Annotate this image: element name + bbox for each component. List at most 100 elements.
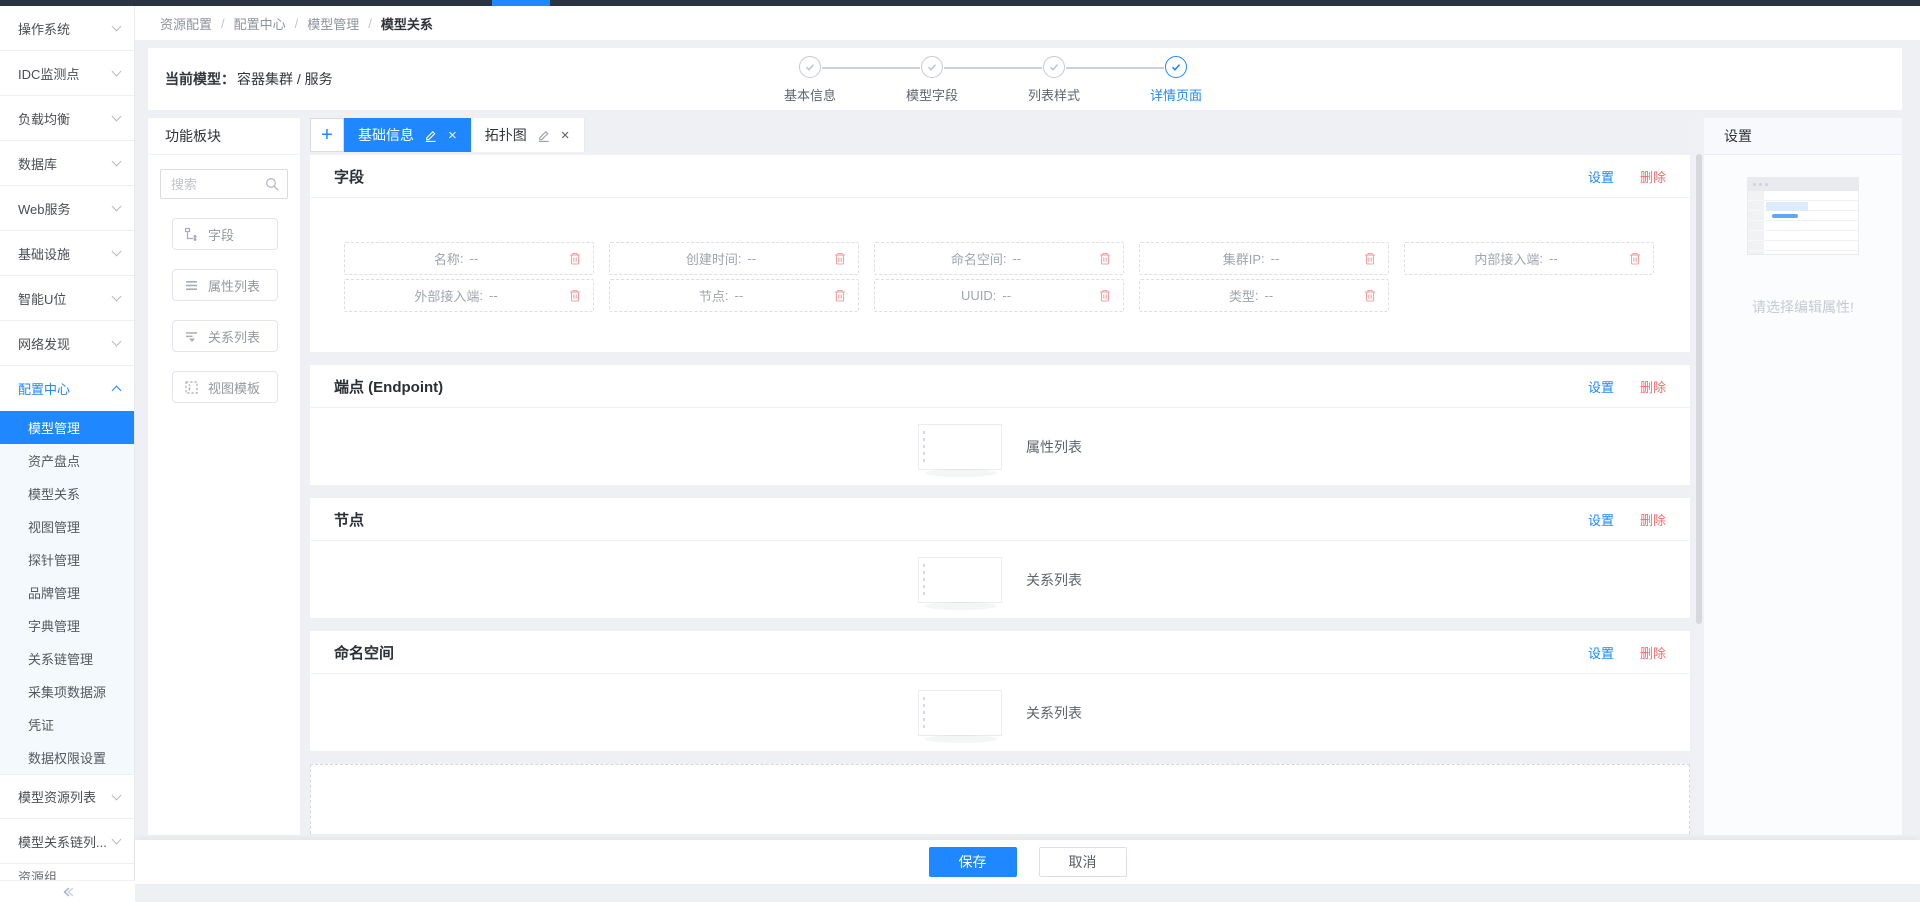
field-chip[interactable]: 创建时间:--: [609, 242, 859, 275]
function-modules-panel: 功能板块 字段 属性列表 关系列表 视图模板: [148, 118, 300, 835]
settings-preview-illustration: [1747, 177, 1859, 255]
tool-relation-list[interactable]: 关系列表: [172, 320, 278, 352]
trash-icon[interactable]: [568, 288, 582, 303]
field-chip[interactable]: 类型:--: [1139, 279, 1389, 312]
sidebar-item-smart-u[interactable]: 智能U位: [0, 276, 134, 321]
close-tab-icon[interactable]: ×: [561, 128, 570, 143]
footer-action-bar: 保存 取消: [135, 840, 1920, 884]
delete-link[interactable]: 删除: [1640, 643, 1666, 662]
edit-tab-icon[interactable]: [537, 129, 550, 142]
chevron-up-icon: [112, 386, 122, 396]
chevron-down-icon: [112, 247, 122, 257]
sidebar-subitem-asset-inventory[interactable]: 资产盘点: [0, 444, 134, 477]
breadcrumb-current: 模型关系: [381, 14, 433, 33]
section-title: 端点 (Endpoint): [334, 376, 443, 397]
sidebar-item-database[interactable]: 数据库: [0, 141, 134, 186]
sidebar-item-config-center[interactable]: 配置中心: [0, 366, 134, 411]
search-input[interactable]: [161, 177, 257, 192]
trash-icon[interactable]: [1628, 251, 1642, 266]
tool-field[interactable]: 字段: [172, 218, 278, 250]
trash-icon[interactable]: [568, 251, 582, 266]
scrollbar-thumb[interactable]: [1696, 154, 1702, 624]
delete-link[interactable]: 删除: [1640, 377, 1666, 396]
field-chip[interactable]: 集群IP:--: [1139, 242, 1389, 275]
sidebar-item-infrastructure[interactable]: 基础设施: [0, 231, 134, 276]
panel-title: 功能板块: [148, 118, 300, 155]
cancel-button[interactable]: 取消: [1039, 847, 1127, 877]
section-node: 节点 设置 删除 关系列表: [310, 498, 1690, 618]
sidebar-item-model-relation-chain-list[interactable]: 模型关系链列...: [0, 819, 134, 864]
field-chip[interactable]: 内部接入端:--: [1404, 242, 1654, 275]
trash-icon[interactable]: [1098, 251, 1112, 266]
model-header-bar: 当前模型： 容器集群 / 服务 基本信息 模型字段 列表样式 详情页面: [148, 48, 1902, 110]
breadcrumb-item[interactable]: 配置中心: [234, 14, 286, 33]
sidebar-subitem-view-management[interactable]: 视图管理: [0, 510, 134, 543]
step-basic-info[interactable]: 基本信息: [798, 56, 822, 78]
field-chips: 名称:-- 创建时间:-- 命名空间:-- 集群IP:-- 内部接入端:-- 外…: [310, 198, 1690, 352]
tool-attribute-list[interactable]: 属性列表: [172, 269, 278, 301]
sidebar-collapse-bar[interactable]: [0, 880, 135, 902]
edit-tab-icon[interactable]: [424, 129, 437, 142]
delete-link[interactable]: 删除: [1640, 167, 1666, 186]
breadcrumb: 资源配置 / 配置中心 / 模型管理 / 模型关系: [135, 6, 1920, 40]
delete-link[interactable]: 删除: [1640, 510, 1666, 529]
tool-view-template[interactable]: 视图模板: [172, 371, 278, 403]
sidebar-subitem-dict-management[interactable]: 字典管理: [0, 609, 134, 642]
sidebar-subitem-model-management[interactable]: 模型管理: [0, 411, 134, 444]
attribute-list-widget[interactable]: 属性列表: [310, 408, 1690, 485]
step-list-style[interactable]: 列表样式: [1042, 56, 1066, 78]
field-chip[interactable]: 命名空间:--: [874, 242, 1124, 275]
section-header: 字段 设置 删除: [310, 155, 1690, 198]
trash-icon[interactable]: [833, 288, 847, 303]
relation-list-widget[interactable]: 关系列表: [310, 541, 1690, 618]
sidebar-subitem-relation-chain[interactable]: 关系链管理: [0, 642, 134, 675]
chevron-down-icon: [112, 337, 122, 347]
breadcrumb-item[interactable]: 资源配置: [160, 14, 212, 33]
settings-link[interactable]: 设置: [1588, 643, 1614, 662]
settings-link[interactable]: 设置: [1588, 167, 1614, 186]
tab-basic-info[interactable]: 基础信息 ×: [344, 118, 471, 152]
settings-link[interactable]: 设置: [1588, 377, 1614, 396]
sidebar-subitem-data-permission[interactable]: 数据权限设置: [0, 741, 134, 774]
sidebar-subitem-model-relation[interactable]: 模型关系: [0, 477, 134, 510]
settings-link[interactable]: 设置: [1588, 510, 1614, 529]
sidebar-item-webservice[interactable]: Web服务: [0, 186, 134, 231]
breadcrumb-separator: /: [221, 16, 225, 31]
view-template-icon: [184, 380, 199, 395]
close-tab-icon[interactable]: ×: [448, 128, 457, 143]
step-connector: [1066, 67, 1164, 69]
sidebar-item-partial[interactable]: 资源组: [0, 864, 134, 880]
sidebar-item-model-resource-list[interactable]: 模型资源列表: [0, 774, 134, 819]
trash-icon[interactable]: [833, 251, 847, 266]
sidebar-item-os[interactable]: 操作系统: [0, 6, 134, 51]
sidebar-item-network-discovery[interactable]: 网络发现: [0, 321, 134, 366]
field-chip[interactable]: 名称:--: [344, 242, 594, 275]
relation-list-widget[interactable]: 关系列表: [310, 674, 1690, 751]
step-connector: [822, 67, 920, 69]
attribute-list-icon: [184, 278, 199, 293]
new-section-dropzone[interactable]: [310, 764, 1690, 834]
preview-window-bar: [1748, 178, 1858, 191]
sidebar-item-loadbalancer[interactable]: 负载均衡: [0, 96, 134, 141]
sidebar-subitem-credentials[interactable]: 凭证: [0, 708, 134, 741]
breadcrumb-item[interactable]: 模型管理: [307, 14, 359, 33]
field-chip[interactable]: 外部接入端:--: [344, 279, 594, 312]
add-tab-button[interactable]: +: [310, 118, 344, 152]
step-detail-page[interactable]: 详情页面: [1164, 56, 1188, 78]
sidebar-submenu: 模型管理 资产盘点 模型关系 视图管理 探针管理 品牌管理 字典管理 关系链管理…: [0, 411, 134, 774]
sidebar-subitem-collect-datasource[interactable]: 采集项数据源: [0, 675, 134, 708]
search-icon[interactable]: [265, 177, 279, 191]
tab-topology[interactable]: 拓扑图 ×: [471, 118, 585, 152]
step-model-fields[interactable]: 模型字段: [920, 56, 944, 78]
field-chip[interactable]: UUID:--: [874, 279, 1124, 312]
trash-icon[interactable]: [1363, 251, 1377, 266]
chevron-down-icon: [112, 202, 122, 212]
trash-icon[interactable]: [1363, 288, 1377, 303]
field-chip[interactable]: 节点:--: [609, 279, 859, 312]
section-header: 端点 (Endpoint) 设置 删除: [310, 365, 1690, 408]
trash-icon[interactable]: [1098, 288, 1112, 303]
save-button[interactable]: 保存: [929, 847, 1017, 877]
sidebar-subitem-probe-management[interactable]: 探针管理: [0, 543, 134, 576]
sidebar-item-idc[interactable]: IDC监测点: [0, 51, 134, 96]
sidebar-subitem-brand-management[interactable]: 品牌管理: [0, 576, 134, 609]
